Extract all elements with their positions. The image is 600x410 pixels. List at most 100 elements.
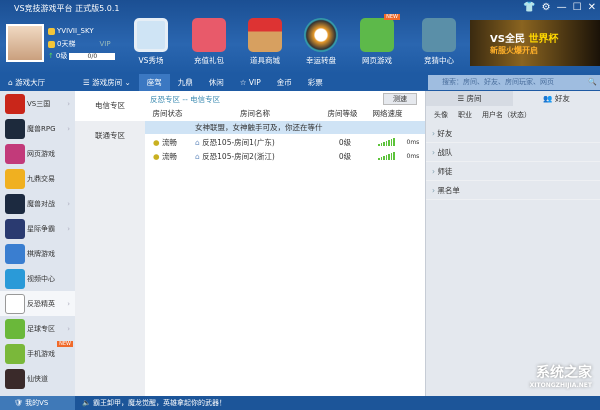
tab-gold[interactable]: 金币 — [269, 74, 300, 91]
header: VS竞技游戏平台 正式版5.0.1 👕 ⚙ — ☐ ✕ YVIVII_SKY 0… — [0, 0, 600, 74]
maximize-button[interactable]: ☐ — [573, 2, 582, 13]
column-header[interactable]: 房间状态 — [145, 107, 190, 120]
gift-icon — [192, 18, 226, 52]
sidebar-item-label: 仙侠道 — [27, 374, 48, 383]
group-blacklist[interactable]: › 黑名单 — [426, 181, 600, 200]
watermark: 系统之家 XITONGZHIJIA.NET — [530, 362, 592, 389]
tab-label: 彩票 — [307, 78, 323, 87]
search-input[interactable]: 搜索：房间、好友、房间玩家、网页 🔍 — [428, 75, 600, 90]
sidebar-item[interactable]: 仙侠道 — [0, 366, 75, 391]
sidebar-item[interactable]: 足球专区 › — [0, 316, 75, 341]
sidebar-item[interactable]: 九鼎交易 — [0, 166, 75, 191]
tab-vip[interactable]: ☆ VIP — [232, 74, 269, 91]
table-row[interactable]: ● 流畅 ⌂ 反恐105-房间1(广东) 0级 0ms — [145, 135, 425, 149]
tool-quiz[interactable]: 竞猜中心 — [412, 18, 466, 66]
tab-game-hall[interactable]: ⌂ 游戏大厅 — [0, 74, 75, 91]
friend-columns: 头像 职业 用户名（状态） — [426, 106, 600, 124]
tool-label: VS秀场 — [138, 56, 164, 65]
column-header[interactable]: 房间名称 — [190, 107, 320, 120]
tab-label: 好友 — [554, 94, 570, 103]
tab-rooms[interactable]: ☰ 房间 — [426, 91, 513, 106]
sidebar-item[interactable]: 魔兽对战 › — [0, 191, 75, 216]
zone-telecom[interactable]: 电信专区 — [75, 91, 145, 121]
sidebar-item-label: 魔兽对战 — [27, 199, 55, 208]
sidebar-item-label: 网页游戏 — [27, 149, 55, 158]
tab-leisure[interactable]: 休闲 — [201, 74, 232, 91]
speed-test-button[interactable]: 测速 — [383, 93, 417, 105]
tool-vs-show[interactable]: VS秀场 — [124, 18, 178, 66]
game-icon — [5, 318, 25, 339]
column-header: 头像 — [434, 111, 448, 119]
minimize-button[interactable]: — — [557, 2, 567, 13]
group-team[interactable]: › 战队 — [426, 143, 600, 162]
sidebar-item-label: 反恐精英 — [27, 299, 55, 308]
group-label: 好友 — [437, 129, 453, 138]
sidebar-item[interactable]: 手机游戏 NEW — [0, 341, 75, 366]
username: YVIVII_SKY — [57, 27, 94, 35]
sidebar-item[interactable]: 星际争霸 › — [0, 216, 75, 241]
ladder-icon — [48, 40, 55, 48]
tool-label: 网页游戏 — [362, 56, 392, 65]
zone-unicom[interactable]: 联通专区 — [75, 121, 145, 151]
group-friends[interactable]: › 好友 — [426, 124, 600, 143]
sidebar-item[interactable]: 视频中心 — [0, 266, 75, 291]
tab-friends[interactable]: 👥 好友 — [513, 91, 600, 106]
avatar[interactable] — [6, 24, 44, 62]
tab-jiuding[interactable]: 九鼎 — [170, 74, 201, 91]
skin-icon[interactable]: 👕 — [523, 2, 535, 13]
status-bar: 🛡 我的VS 🔈 霸王卸甲，魔龙觉醒，英雄拿起你的武器！ — [0, 396, 600, 410]
announcement-row[interactable]: 女神联盟，女神触手可及，你还在等什 — [145, 121, 425, 134]
tool-gift[interactable]: 充值礼包 — [182, 18, 236, 66]
tab-mount[interactable]: 座驾 — [138, 74, 170, 91]
sidebar-item-label: 足球专区 — [27, 324, 55, 333]
column-header[interactable]: 网络速度 — [365, 107, 410, 120]
tool-wheel[interactable]: 幸运转盘 — [294, 18, 348, 66]
sidebar-item-label: 棋牌游戏 — [27, 249, 55, 258]
chevron-right-icon: › — [67, 124, 70, 133]
notice-text: 霸王卸甲，魔龙觉醒，英雄拿起你的武器！ — [92, 399, 226, 407]
tab-game-room[interactable]: ☰ 游戏房间 ⌄ — [75, 74, 139, 91]
sidebar-item[interactable]: VS三国 › — [0, 91, 75, 116]
chevron-right-icon: › — [432, 186, 435, 195]
notice-ticker[interactable]: 🔈 霸王卸甲，魔龙觉醒，英雄拿起你的武器！ — [82, 396, 226, 410]
tab-label: VIP — [248, 78, 261, 87]
banner-text: VS全民 — [490, 34, 525, 45]
sidebar-item[interactable]: 棋牌游戏 — [0, 241, 75, 266]
room-status: ● 流畅 — [145, 151, 195, 162]
social-panel: ☰ 房间 👥 好友 头像 职业 用户名（状态） › 好友 › 战队 › 师徒 ›… — [425, 91, 600, 396]
tool-web-games[interactable]: 网页游戏 NEW — [350, 14, 404, 66]
promo-banner[interactable]: VS全民 世界杯 新服火爆开启 — [470, 20, 600, 66]
watermark-text: 系统之家 — [536, 365, 592, 381]
window-controls: 👕 ⚙ — ☐ ✕ — [523, 2, 596, 13]
table-row[interactable]: ● 流畅 ⌂ 反恐105-房间2(浙江) 0级 0ms — [145, 149, 425, 163]
room-name: ⌂ 反恐105-房间1(广东) — [195, 137, 320, 148]
sidebar-item[interactable]: 网页游戏 — [0, 141, 75, 166]
sidebar-item[interactable]: 魔兽RPG › — [0, 116, 75, 141]
room-ping: 0ms — [406, 138, 420, 146]
table-header: 房间状态 房间名称 房间等级 网络速度 — [145, 107, 425, 120]
tool-label: 幸运转盘 — [306, 56, 336, 65]
room-name: ⌂ 反恐105-房间2(浙江) — [195, 151, 320, 162]
column-header[interactable]: 房间等级 — [320, 107, 365, 120]
tab-label: 金币 — [276, 78, 292, 87]
room-name-text: 反恐105-房间2(浙江) — [202, 151, 275, 161]
vip-label[interactable]: VIP — [99, 40, 110, 48]
banner-subtitle: 新服火爆开启 — [490, 46, 538, 55]
my-vs-label: 我的VS — [25, 399, 49, 407]
close-button[interactable]: ✕ — [588, 2, 596, 13]
gear-icon[interactable]: ⚙ — [542, 2, 551, 13]
game-icon — [5, 193, 25, 214]
tab-lottery[interactable]: 彩票 — [300, 74, 331, 91]
my-vs-button[interactable]: 🛡 我的VS — [0, 396, 75, 410]
ladder: 0天梯 — [57, 40, 76, 48]
chevron-right-icon: › — [67, 224, 70, 233]
xp-bar: 0/0 — [69, 52, 116, 60]
search-icon[interactable]: 🔍 — [588, 75, 597, 90]
room-list-panel: 反恐专区 -- 电信专区 测速 房间状态 房间名称 房间等级 网络速度 女神联盟… — [145, 91, 425, 396]
tool-shop[interactable]: 道具商城 — [238, 18, 292, 66]
room-status: ● 流畅 — [145, 137, 195, 148]
tab-label: 休闲 — [208, 78, 224, 87]
sidebar-item-label: 手机游戏 — [27, 349, 55, 358]
sidebar-item-selected[interactable]: 反恐精英 › — [0, 291, 75, 316]
group-mentor[interactable]: › 师徒 — [426, 162, 600, 181]
